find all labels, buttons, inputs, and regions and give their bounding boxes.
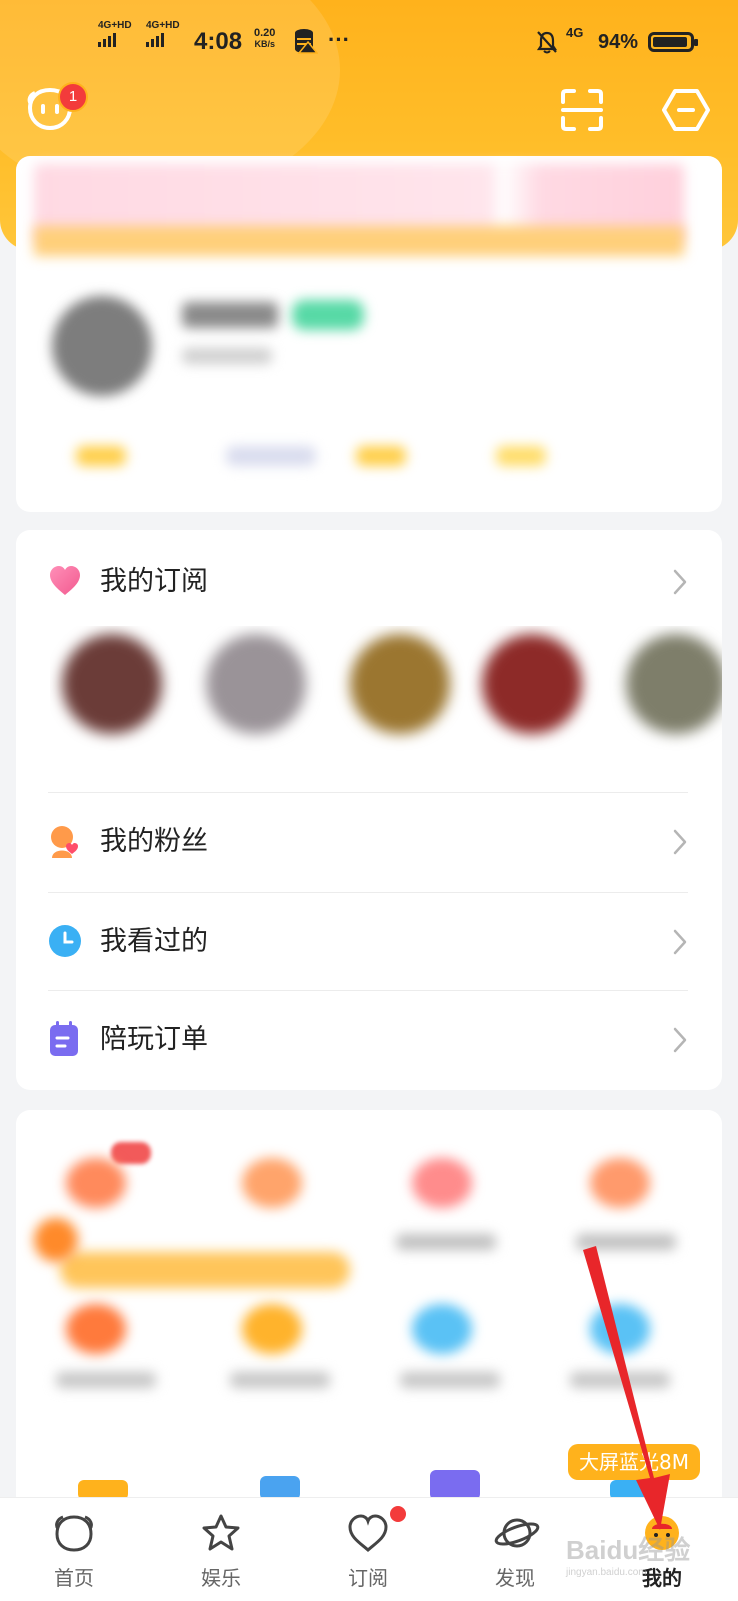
promo-tag: 大屏蓝光8M xyxy=(568,1444,700,1480)
planet-icon xyxy=(494,1518,540,1548)
status-bar: 4G+HD 4G+HD 4:08 0.20 KB/s ··· 4G 94% xyxy=(0,20,738,64)
watermark-url: jingyan.baidu.com xyxy=(566,1567,647,1578)
stat-1-blurred xyxy=(76,446,126,466)
watermark-text: Baidu经验 xyxy=(566,1535,691,1565)
mute-bell-icon xyxy=(536,30,558,59)
subscribe-red-dot xyxy=(390,1506,406,1522)
service-icon[interactable] xyxy=(242,1304,302,1354)
net-speed-unit: KB/s xyxy=(254,39,275,49)
service-icon-partial[interactable] xyxy=(430,1470,480,1500)
username-blurred xyxy=(182,302,278,328)
divider xyxy=(48,792,688,793)
fans-icon xyxy=(51,826,78,858)
service-icon[interactable] xyxy=(66,1158,126,1208)
cellular-indicator: 4G xyxy=(566,26,583,40)
menu-label-orders: 陪玩订单 xyxy=(100,1024,208,1055)
menu-label-history: 我看过的 xyxy=(100,926,208,957)
scan-icon[interactable] xyxy=(560,88,604,136)
hot-tag-blurred xyxy=(111,1142,151,1164)
subscription-avatar[interactable] xyxy=(626,634,722,734)
user-id-blurred xyxy=(182,348,272,364)
service-icon[interactable] xyxy=(242,1158,302,1208)
subscription-avatar[interactable] xyxy=(350,634,450,734)
network-label-2: 4G+HD xyxy=(146,20,180,31)
stat-3-blurred xyxy=(356,446,406,466)
chevron-right-icon xyxy=(673,569,687,595)
data-saver-icon xyxy=(294,28,319,59)
service-icon[interactable] xyxy=(590,1304,650,1354)
order-icon xyxy=(50,1021,78,1056)
network-indicator-1: 4G+HD xyxy=(98,20,132,47)
menu-item-subscriptions[interactable]: 我的订阅 xyxy=(48,534,688,630)
tab-label-subscribe: 订阅 xyxy=(348,1566,388,1590)
service-label-blurred xyxy=(56,1372,156,1388)
tab-home[interactable]: 首页 xyxy=(14,1498,134,1601)
service-label-blurred xyxy=(396,1234,496,1250)
message-badge: 1 xyxy=(58,82,88,112)
service-label-blurred xyxy=(230,1372,330,1388)
menu-label-subscriptions: 我的订阅 xyxy=(100,566,208,597)
service-icon[interactable] xyxy=(66,1304,126,1354)
gift-icon[interactable] xyxy=(34,1218,78,1262)
cellular-label: 4G xyxy=(566,25,584,40)
settings-hexagon-icon[interactable] xyxy=(662,88,710,136)
subscription-avatar[interactable] xyxy=(482,634,582,734)
heart-icon xyxy=(50,566,80,595)
clock-icon xyxy=(49,925,81,957)
service-label-blurred xyxy=(570,1372,670,1388)
service-icon[interactable] xyxy=(412,1304,472,1354)
promo-bar-blurred[interactable] xyxy=(60,1252,350,1288)
subscription-avatar[interactable] xyxy=(206,634,306,734)
service-icon[interactable] xyxy=(412,1158,472,1208)
stat-2-blurred xyxy=(226,446,316,466)
star-icon xyxy=(202,1514,240,1551)
tab-entertainment[interactable]: 娱乐 xyxy=(161,1498,281,1601)
service-label-blurred xyxy=(400,1372,500,1388)
profile-card[interactable] xyxy=(16,156,722,512)
level-badge-blurred xyxy=(292,300,364,330)
tab-subscribe[interactable]: 订阅 xyxy=(308,1498,428,1601)
service-label-blurred xyxy=(576,1234,676,1250)
menu-item-fans[interactable]: 我的粉丝 xyxy=(48,794,688,890)
banner-strip-blurred xyxy=(34,226,684,256)
menu-label-fans: 我的粉丝 xyxy=(100,826,208,857)
subscription-avatar-strip[interactable] xyxy=(50,626,722,772)
stat-4-blurred xyxy=(496,446,546,466)
battery-icon xyxy=(648,32,698,52)
chevron-right-icon xyxy=(673,929,687,955)
home-icon xyxy=(55,1515,93,1552)
tab-label-home: 首页 xyxy=(54,1566,94,1590)
tab-label-discover: 发现 xyxy=(495,1566,535,1590)
avatar[interactable] xyxy=(52,296,152,396)
heart-outline-icon xyxy=(348,1514,388,1552)
divider xyxy=(48,892,688,893)
net-speed-value: 0.20 xyxy=(254,27,276,39)
baidu-watermark: Baidu经验 jingyan.baidu.com xyxy=(566,1530,726,1590)
tab-discover[interactable]: 发现 xyxy=(455,1498,575,1601)
clock: 4:08 xyxy=(194,28,243,55)
service-icon[interactable] xyxy=(590,1158,650,1208)
subscription-avatar[interactable] xyxy=(62,634,162,734)
tab-label-entertainment: 娱乐 xyxy=(201,1566,241,1590)
divider xyxy=(48,990,688,991)
network-label-1: 4G+HD xyxy=(98,20,132,31)
network-indicator-2: 4G+HD xyxy=(146,20,180,47)
menu-item-orders[interactable]: 陪玩订单 xyxy=(48,992,688,1088)
more-status-dots: ··· xyxy=(328,27,350,52)
chevron-right-icon xyxy=(673,1027,687,1053)
battery-percent: 94% xyxy=(598,31,639,53)
net-speed: 0.20 KB/s xyxy=(254,28,275,50)
chevron-right-icon xyxy=(673,829,687,855)
menu-item-history[interactable]: 我看过的 xyxy=(48,894,688,990)
